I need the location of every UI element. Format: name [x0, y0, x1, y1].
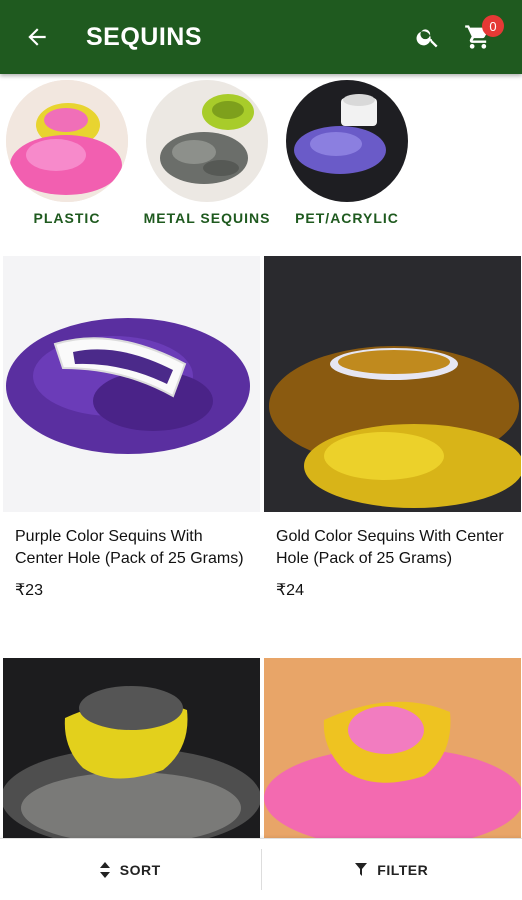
category-metal-sequins[interactable]: METAL SEQUINS [137, 80, 277, 226]
category-pet-acrylic[interactable]: PET/ACRYLIC [277, 80, 417, 226]
app-bar: SEQUINS 0 [0, 0, 522, 74]
page-title: SEQUINS [86, 22, 203, 51]
search-button[interactable] [408, 17, 448, 57]
filter-label: FILTER [377, 861, 429, 878]
filter-button[interactable]: FILTER [262, 839, 522, 900]
sort-icon [99, 861, 110, 878]
product-card[interactable]: Gold Color Sequins With Center Hole (Pac… [264, 256, 521, 600]
product-title: Purple Color Sequins With Center Hole (P… [15, 528, 244, 567]
product-price: ₹24 [276, 582, 304, 599]
search-icon [416, 29, 438, 48]
product-price: ₹23 [15, 582, 43, 599]
product-image [264, 256, 521, 512]
category-label: PET/ACRYLIC [295, 210, 399, 226]
category-plastic[interactable]: PLASTIC [0, 80, 137, 226]
category-image [6, 80, 128, 202]
sort-button[interactable]: SORT [0, 839, 261, 900]
category-strip: PLASTIC METAL SEQUINS PET/ACRYLIC [0, 74, 522, 244]
category-image [286, 80, 408, 202]
category-image [146, 80, 268, 202]
product-title: Gold Color Sequins With Center Hole (Pac… [276, 528, 504, 567]
cart-count-badge: 0 [482, 15, 504, 37]
arrow-left-icon [28, 28, 46, 46]
product-image [3, 256, 260, 512]
filter-icon [355, 862, 368, 877]
product-card[interactable]: Purple Color Sequins With Center Hole (P… [3, 256, 260, 600]
sort-label: SORT [119, 861, 161, 878]
bottom-action-bar: SORT FILTER [0, 838, 522, 900]
category-label: PLASTIC [33, 210, 101, 226]
back-button[interactable] [8, 0, 66, 74]
category-label: METAL SEQUINS [143, 210, 271, 226]
cart-button[interactable]: 0 [454, 13, 504, 61]
